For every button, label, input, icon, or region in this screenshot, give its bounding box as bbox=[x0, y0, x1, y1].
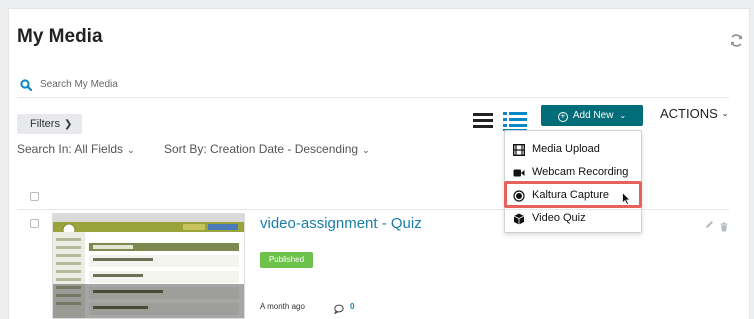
chevron-down-icon: ⌄ bbox=[619, 111, 627, 120]
entry-checkbox[interactable] bbox=[30, 219, 39, 228]
entry-divider bbox=[17, 209, 729, 210]
comment-icon bbox=[334, 301, 344, 315]
plus-circle-icon: + bbox=[557, 112, 568, 122]
menu-item-webcam-recording[interactable]: Webcam Recording bbox=[505, 163, 641, 183]
delete-icon[interactable] bbox=[720, 219, 728, 232]
chevron-down-icon: ⌄ bbox=[721, 109, 729, 118]
menu-item-label: Media Upload bbox=[532, 143, 600, 155]
sort-by-dropdown[interactable]: Sort By: Creation Date - Descending ⌄ bbox=[164, 142, 370, 156]
sort-by-label: Sort By: Creation Date - Descending bbox=[164, 142, 359, 156]
menu-item-media-upload[interactable]: Media Upload bbox=[505, 140, 641, 160]
entry-created-time: A month ago bbox=[260, 302, 305, 311]
film-icon bbox=[512, 143, 526, 157]
search-in-dropdown[interactable]: Search In: All Fields ⌄ bbox=[17, 142, 135, 156]
chevron-down-icon: ⌄ bbox=[127, 145, 135, 155]
menu-item-video-quiz[interactable]: Video Quiz bbox=[505, 209, 641, 229]
add-new-label: Add New bbox=[572, 110, 614, 121]
menu-item-label: Webcam Recording bbox=[532, 166, 629, 178]
list-view-icon[interactable] bbox=[473, 112, 493, 128]
refresh-icon[interactable] bbox=[728, 33, 744, 49]
actions-label: ACTIONS bbox=[660, 106, 718, 121]
comment-count[interactable]: 0 bbox=[350, 302, 354, 311]
search-input[interactable] bbox=[40, 74, 340, 94]
actions-dropdown[interactable]: ACTIONS ⌄ bbox=[660, 106, 729, 121]
filters-label: Filters bbox=[30, 118, 60, 130]
search-icon[interactable] bbox=[20, 78, 33, 92]
select-all-checkbox[interactable] bbox=[30, 192, 39, 201]
chevron-down-icon: ⌄ bbox=[362, 145, 370, 155]
search-divider bbox=[17, 97, 729, 98]
menu-item-label: Video Quiz bbox=[532, 212, 586, 224]
detailed-view-icon[interactable] bbox=[503, 110, 527, 131]
edit-icon[interactable] bbox=[705, 220, 714, 229]
filters-button[interactable]: Filters ❯ bbox=[17, 114, 82, 134]
cube-icon bbox=[513, 213, 525, 225]
entry-thumbnail[interactable] bbox=[52, 213, 245, 319]
add-new-button[interactable]: + Add New ⌄ bbox=[541, 105, 643, 126]
status-badge: Published bbox=[260, 252, 313, 268]
page-title: My Media bbox=[17, 26, 103, 47]
entry-title-link[interactable]: video-assignment - Quiz bbox=[260, 215, 422, 232]
mouse-cursor-icon bbox=[622, 191, 631, 206]
search-in-label: Search In: All Fields bbox=[17, 142, 124, 156]
video-camera-icon bbox=[513, 167, 525, 179]
chevron-right-icon: ❯ bbox=[63, 119, 73, 130]
